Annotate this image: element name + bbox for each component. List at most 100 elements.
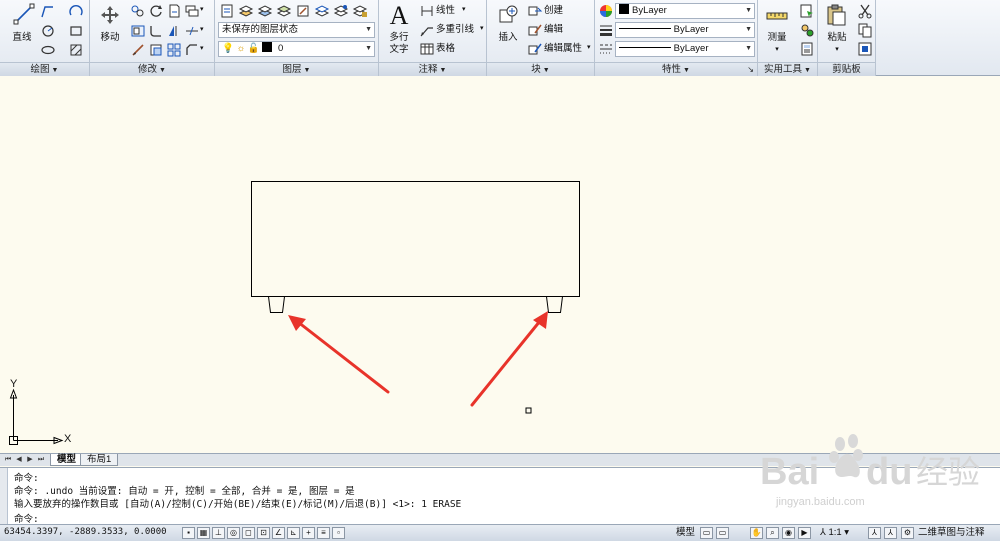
layer-panel-title[interactable]: 图层 ▼ — [215, 62, 378, 76]
annotation-panel-title[interactable]: 注释 ▼ — [379, 62, 486, 76]
drawing-canvas[interactable]: Y X — [0, 77, 1000, 453]
annotation-visibility-icon[interactable]: ⅄ — [868, 527, 881, 539]
create-block-icon[interactable] — [527, 3, 543, 19]
lineweight-icon[interactable] — [598, 22, 614, 38]
3dosnap-toggle-icon[interactable]: ⊡ — [257, 527, 270, 539]
quick-select-icon[interactable] — [799, 3, 815, 19]
command-window-handle[interactable] — [0, 468, 8, 525]
layer-lock-icon[interactable] — [352, 3, 368, 19]
layer-prev-icon[interactable] — [314, 3, 330, 19]
mtext-icon[interactable]: A — [387, 2, 411, 30]
coordinates-readout[interactable]: 63454.3397, -2889.3533, 0.0000 — [4, 527, 167, 537]
measure-button[interactable]: 测量 — [760, 32, 794, 43]
clipboard-panel-title[interactable]: 剪贴板 — [818, 62, 875, 76]
modify-panel-title[interactable]: 修改 ▼ — [90, 62, 214, 76]
insert-block-icon[interactable] — [497, 4, 519, 26]
edit-block-icon[interactable] — [527, 22, 543, 38]
layer-properties-icon[interactable] — [219, 3, 235, 19]
scale-icon[interactable] — [148, 42, 164, 58]
mleader-icon[interactable] — [419, 22, 435, 38]
layer-freeze-icon[interactable] — [257, 3, 273, 19]
tab-layout1[interactable]: 布局1 — [80, 454, 119, 466]
lineweight-dropdown[interactable]: ByLayer ▼ — [615, 22, 755, 38]
current-layer-dropdown[interactable]: 💡 ☼ 🔓 0 ▼ — [218, 41, 375, 57]
polyline-icon[interactable] — [40, 3, 56, 19]
hatch-icon[interactable] — [68, 42, 84, 58]
osnap-toggle-icon[interactable]: ◻ — [242, 527, 255, 539]
line-icon[interactable] — [13, 3, 35, 25]
left-foot[interactable] — [267, 296, 286, 313]
drawing-quickview-icon[interactable]: ▭ — [716, 527, 729, 539]
fillet-icon[interactable] — [148, 23, 164, 39]
properties-launcher-icon[interactable]: ↘ — [747, 63, 754, 76]
table-icon[interactable] — [419, 41, 435, 57]
otrack-toggle-icon[interactable]: ∠ — [272, 527, 285, 539]
color-dropdown[interactable]: ByLayer ▼ — [615, 3, 755, 19]
paste-icon[interactable] — [825, 4, 847, 26]
extend-dropdown-icon[interactable]: ▾ — [200, 24, 204, 36]
point-style-icon[interactable] — [799, 22, 815, 38]
copy-objects-icon[interactable] — [130, 3, 146, 19]
first-tab-icon[interactable]: ⏮ — [3, 455, 13, 465]
utilities-panel-title[interactable]: 实用工具 ▼ — [758, 62, 817, 76]
cabinet-rectangle[interactable] — [251, 181, 580, 297]
polar-toggle-icon[interactable]: ◎ — [227, 527, 240, 539]
showmotion-icon[interactable]: ▶ — [798, 527, 811, 539]
pan-icon[interactable]: ✋ — [750, 527, 763, 539]
circle-icon[interactable] — [40, 23, 56, 39]
trim-icon[interactable] — [166, 3, 182, 19]
linear-dim-icon[interactable] — [419, 3, 435, 19]
layer-iso-icon[interactable] — [276, 3, 292, 19]
next-tab-icon[interactable]: ▶ — [25, 455, 35, 465]
explode-icon[interactable] — [130, 42, 146, 58]
paste-button[interactable]: 粘贴 — [820, 32, 854, 43]
table-button[interactable]: 表格 — [436, 43, 455, 55]
grid-toggle-icon[interactable]: ▦ — [197, 527, 210, 539]
model-space-button[interactable]: 模型 — [676, 527, 695, 539]
chamfer-dropdown-icon[interactable]: ▾ — [200, 43, 204, 55]
mtext-button-line1[interactable]: 多行 — [383, 32, 415, 43]
tpy-toggle-icon[interactable]: ▫ — [332, 527, 345, 539]
chamfer-icon[interactable] — [184, 42, 200, 58]
line-button[interactable]: 直线 — [8, 32, 36, 43]
more-dropdown-icon[interactable]: ▾ — [200, 4, 204, 16]
prev-tab-icon[interactable]: ◀ — [14, 455, 24, 465]
measure-dropdown-icon[interactable]: ▾ — [760, 44, 794, 55]
ellipse-icon[interactable] — [40, 42, 56, 58]
arc-icon[interactable] — [68, 3, 84, 19]
ortho-toggle-icon[interactable]: ⊥ — [212, 527, 225, 539]
right-foot[interactable] — [545, 296, 564, 313]
color-wheel-icon[interactable] — [598, 3, 614, 19]
rectangle-icon[interactable] — [68, 23, 84, 39]
workspace-switch[interactable]: 二维草图与注释 — [918, 527, 985, 539]
tab-model[interactable]: 模型 — [50, 454, 84, 466]
annotation-scale-label[interactable]: ⅄ 1:1 ▾ — [820, 527, 849, 539]
edit-attribute-dropdown-icon[interactable]: ▾ — [587, 42, 591, 54]
copy-icon[interactable] — [857, 22, 873, 38]
workspace-gear-icon[interactable]: ⚙ — [901, 527, 914, 539]
match-properties-icon[interactable] — [857, 41, 873, 57]
linear-dim-button[interactable]: 线性 — [436, 5, 455, 17]
layer-stack-icon[interactable] — [184, 3, 200, 19]
measure-icon[interactable] — [766, 5, 788, 27]
layer-state-dropdown[interactable]: 未保存的图层状态 ▼ — [218, 22, 375, 38]
paste-dropdown-icon[interactable]: ▾ — [820, 44, 854, 55]
mleader-button[interactable]: 多重引线 — [436, 24, 474, 36]
mirror-icon[interactable] — [130, 23, 146, 39]
block-panel-title[interactable]: 块 ▼ — [487, 62, 594, 76]
zoom-icon[interactable]: ⌕ — [766, 527, 779, 539]
move-icon[interactable] — [99, 4, 121, 26]
layer-match-icon[interactable] — [295, 3, 311, 19]
cut-icon[interactable] — [857, 3, 873, 19]
auto-scale-icon[interactable]: ⅄ — [884, 527, 897, 539]
create-button[interactable]: 创建 — [544, 5, 563, 17]
extend-icon[interactable] — [184, 23, 200, 39]
move-button[interactable]: 移动 — [94, 32, 126, 43]
dyn-toggle-icon[interactable]: + — [302, 527, 315, 539]
edit-button[interactable]: 编辑 — [544, 24, 563, 36]
draw-panel-title[interactable]: 绘图 ▼ — [0, 62, 89, 76]
mleader-dropdown-icon[interactable]: ▾ — [480, 23, 484, 35]
layout-quickview-icon[interactable]: ▭ — [700, 527, 713, 539]
edit-attribute-button[interactable]: 编辑属性 — [544, 43, 582, 55]
rotate-icon[interactable] — [148, 3, 164, 19]
